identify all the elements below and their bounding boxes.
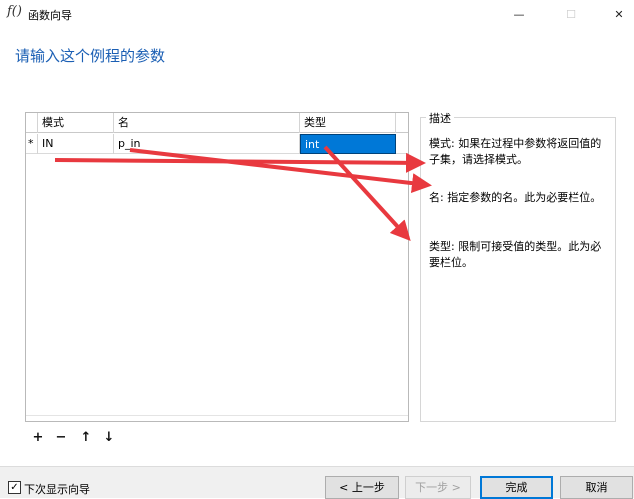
description-name: 名: 指定参数的名。此为必要栏位。 — [429, 191, 602, 204]
maximize-button[interactable]: ☐ — [548, 0, 594, 28]
description-legend: 描述 — [426, 110, 454, 126]
grid-divider — [26, 415, 408, 416]
column-header-type[interactable]: 类型 — [300, 113, 396, 133]
table-row[interactable]: * IN p_in int — [26, 134, 408, 154]
finish-button[interactable]: 完成 — [480, 476, 553, 499]
function-icon: f() — [7, 4, 22, 19]
description-mode: 模式: 如果在过程中参数将返回值的子集，请选择模式。 — [429, 137, 602, 166]
move-down-icon[interactable]: ↓ — [101, 430, 117, 446]
close-button[interactable]: ✕ — [596, 0, 634, 28]
prev-button[interactable]: < 上一步 — [325, 476, 399, 499]
column-header-mode[interactable]: 模式 — [38, 113, 114, 133]
next-button[interactable]: 下一步 > — [405, 476, 471, 499]
mode-cell[interactable]: IN — [38, 134, 114, 154]
name-cell[interactable]: p_in — [114, 134, 300, 154]
grid-header-row: 模式 名 类型 — [26, 113, 408, 133]
show-wizard-checkbox[interactable]: ✓ — [8, 481, 21, 494]
remove-icon[interactable]: − — [53, 430, 69, 446]
page-heading: 请输入这个例程的参数 — [15, 47, 166, 65]
row-marker: * — [26, 134, 38, 154]
minimize-button[interactable]: — — [496, 0, 542, 28]
description-panel: 模式: 如果在过程中参数将返回值的子集，请选择模式。 名: 指定参数的名。此为必… — [420, 117, 616, 422]
show-wizard-label[interactable]: 下次显示向导 — [24, 481, 90, 497]
footer-bar: ✓ 下次显示向导 < 上一步 下一步 > 完成 取消 — [0, 466, 634, 499]
window-title: 函数向导 — [28, 9, 72, 22]
parameter-grid[interactable]: 模式 名 类型 * IN p_in int — [25, 112, 409, 422]
title-bar: f() 函数向导 — ☐ ✕ — [0, 0, 634, 28]
type-cell[interactable]: int — [300, 134, 396, 154]
description-type: 类型: 限制可接受值的类型。此为必要栏位。 — [429, 240, 602, 269]
row-header-corner — [26, 113, 38, 133]
move-up-icon[interactable]: ↑ — [78, 430, 94, 446]
add-icon[interactable]: + — [30, 430, 46, 446]
cancel-button[interactable]: 取消 — [560, 476, 633, 499]
column-header-name[interactable]: 名 — [114, 113, 300, 133]
